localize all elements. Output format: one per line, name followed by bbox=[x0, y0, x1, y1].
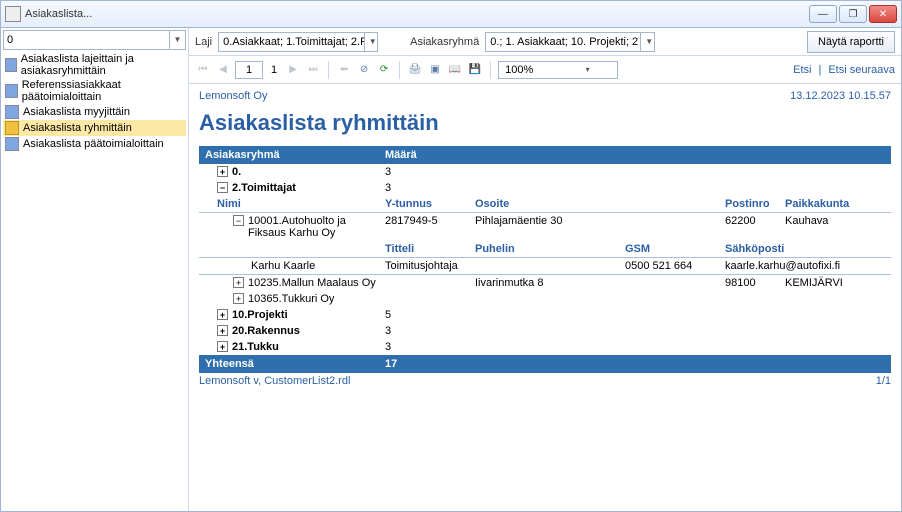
chevron-down-icon[interactable]: ▼ bbox=[364, 33, 377, 51]
stop-icon[interactable]: ⊘ bbox=[356, 62, 372, 78]
col-asiakasryhma: Asiakasryhmä bbox=[205, 149, 385, 161]
group-header-band: Asiakasryhmä Määrä bbox=[199, 146, 891, 164]
sidebar-combo-input[interactable] bbox=[4, 34, 169, 46]
separator bbox=[399, 61, 400, 79]
collapse-icon[interactable]: − bbox=[233, 215, 244, 226]
report-title: Asiakaslista ryhmittäin bbox=[199, 110, 891, 136]
group-row[interactable]: +10.Projekti 5 bbox=[199, 307, 891, 323]
last-page-icon: ⏭ bbox=[305, 62, 321, 78]
filter-toolbar: Laji 0.Asiakkaat; 1.Toimittajat; 2.Pro ▼… bbox=[189, 28, 901, 56]
prev-page-icon: ◀ bbox=[215, 62, 231, 78]
zoom-combo[interactable]: 100% ▾ bbox=[498, 61, 618, 79]
zoom-value: 100% bbox=[499, 64, 558, 76]
sidebar-item-label: Referenssiasiakkaat päätoimialoittain bbox=[22, 79, 184, 103]
expand-icon[interactable]: + bbox=[217, 325, 228, 336]
show-report-button[interactable]: Näytä raportti bbox=[807, 31, 895, 53]
group-row[interactable]: +0. 3 bbox=[199, 164, 891, 180]
sidebar-item-1[interactable]: Referenssiasiakkaat päätoimialoittain bbox=[3, 78, 186, 104]
first-page-icon: ⏮ bbox=[195, 62, 211, 78]
report-icon bbox=[5, 121, 19, 135]
report-area: Lemonsoft Oy 13.12.2023 10.15.57 Asiakas… bbox=[189, 84, 901, 511]
expand-icon[interactable]: + bbox=[233, 277, 244, 288]
minimize-button[interactable]: — bbox=[809, 5, 837, 23]
sidebar-item-4[interactable]: Asiakaslista päätoimialoittain bbox=[3, 136, 186, 152]
report-nav-toolbar: ⏮ ◀ 1 ▶ ⏭ ⬅ ⊘ ⟳ 🖨 ▣ 📖 💾 100% ▾ Etsi | Et… bbox=[189, 56, 901, 84]
sub-header-row: Nimi Y-tunnus Osoite Postinro Paikkakunt… bbox=[199, 196, 891, 213]
next-page-icon: ▶ bbox=[285, 62, 301, 78]
group-row[interactable]: +20.Rakennus 3 bbox=[199, 323, 891, 339]
collapse-icon[interactable]: − bbox=[217, 182, 228, 193]
find-next-link[interactable]: Etsi seuraava bbox=[828, 64, 895, 76]
data-row[interactable]: +10235.Mallun Maalaus Oy Iivarinmutka 8 … bbox=[199, 275, 891, 291]
window-titlebar: Asiakaslista... — ❐ ✕ bbox=[0, 0, 902, 28]
total-band: Yhteensä 17 bbox=[199, 355, 891, 373]
report-footer-left: Lemonsoft v, CustomerList2.rdl bbox=[199, 375, 350, 387]
sidebar-item-label: Asiakaslista päätoimialoittain bbox=[23, 138, 164, 150]
report-date: 13.12.2023 10.15.57 bbox=[790, 90, 891, 102]
laji-label: Laji bbox=[195, 36, 212, 48]
chevron-down-icon[interactable]: ▾ bbox=[558, 65, 617, 74]
expand-icon[interactable]: + bbox=[217, 309, 228, 320]
separator bbox=[328, 61, 329, 79]
separator bbox=[490, 61, 491, 79]
layout-icon[interactable]: ▣ bbox=[427, 62, 443, 78]
report-icon bbox=[5, 137, 19, 151]
chevron-down-icon[interactable]: ▼ bbox=[169, 31, 185, 49]
sidebar-combo[interactable]: ▼ bbox=[3, 30, 186, 50]
contact-row: Karhu Kaarle Toimitusjohtaja 0500 521 66… bbox=[199, 258, 891, 275]
ryhma-value: 0.; 1. Asiakkaat; 10. Projekti; 2 bbox=[486, 36, 640, 48]
total-value: 17 bbox=[385, 358, 885, 370]
group-row[interactable]: −2.Toimittajat 3 bbox=[199, 180, 891, 196]
total-label: Yhteensä bbox=[205, 358, 385, 370]
sidebar-item-label: Asiakaslista ryhmittäin bbox=[23, 122, 132, 134]
sidebar-item-3[interactable]: Asiakaslista ryhmittäin bbox=[3, 120, 186, 136]
report-org: Lemonsoft Oy bbox=[199, 90, 267, 102]
page-current-input[interactable] bbox=[235, 61, 263, 79]
export-icon[interactable]: 💾 bbox=[467, 62, 483, 78]
back-icon: ⬅ bbox=[336, 62, 352, 78]
laji-value: 0.Asiakkaat; 1.Toimittajat; 2.Pro bbox=[219, 36, 364, 48]
sidebar: ▼ Asiakaslista lajeittain ja asiakasryhm… bbox=[1, 28, 189, 511]
report-icon bbox=[5, 105, 19, 119]
window-title: Asiakaslista... bbox=[25, 8, 809, 20]
sub-header-row-2: Titteli Puhelin GSM Sähköposti bbox=[199, 241, 891, 258]
data-row[interactable]: −10001.Autohuolto ja Fiksaus Karhu Oy 28… bbox=[199, 213, 891, 241]
sidebar-item-0[interactable]: Asiakaslista lajeittain ja asiakasryhmit… bbox=[3, 52, 186, 78]
print-icon[interactable]: 🖨 bbox=[407, 62, 423, 78]
col-maara: Määrä bbox=[385, 149, 885, 161]
report-icon bbox=[5, 58, 17, 72]
maximize-button[interactable]: ❐ bbox=[839, 5, 867, 23]
app-icon bbox=[5, 6, 21, 22]
separator: | bbox=[818, 64, 821, 76]
expand-icon[interactable]: + bbox=[233, 293, 244, 304]
sidebar-item-label: Asiakaslista lajeittain ja asiakasryhmit… bbox=[21, 53, 184, 77]
close-button[interactable]: ✕ bbox=[869, 5, 897, 23]
report-footer-right: 1/1 bbox=[876, 375, 891, 387]
expand-icon[interactable]: + bbox=[217, 341, 228, 352]
report-icon bbox=[5, 84, 18, 98]
find-link[interactable]: Etsi bbox=[793, 64, 811, 76]
ryhma-combo[interactable]: 0.; 1. Asiakkaat; 10. Projekti; 2 ▼ bbox=[485, 32, 655, 52]
data-row[interactable]: +10365.Tukkuri Oy bbox=[199, 291, 891, 307]
page-total: 1 bbox=[271, 64, 277, 76]
sidebar-item-2[interactable]: Asiakaslista myyjittäin bbox=[3, 104, 186, 120]
chevron-down-icon[interactable]: ▼ bbox=[640, 33, 654, 51]
laji-combo[interactable]: 0.Asiakkaat; 1.Toimittajat; 2.Pro ▼ bbox=[218, 32, 378, 52]
ryhma-label: Asiakasryhmä bbox=[410, 36, 479, 48]
expand-icon[interactable]: + bbox=[217, 166, 228, 177]
page-setup-icon[interactable]: 📖 bbox=[447, 62, 463, 78]
group-row[interactable]: +21.Tukku 3 bbox=[199, 339, 891, 355]
refresh-icon[interactable]: ⟳ bbox=[376, 62, 392, 78]
sidebar-item-label: Asiakaslista myyjittäin bbox=[23, 106, 130, 118]
